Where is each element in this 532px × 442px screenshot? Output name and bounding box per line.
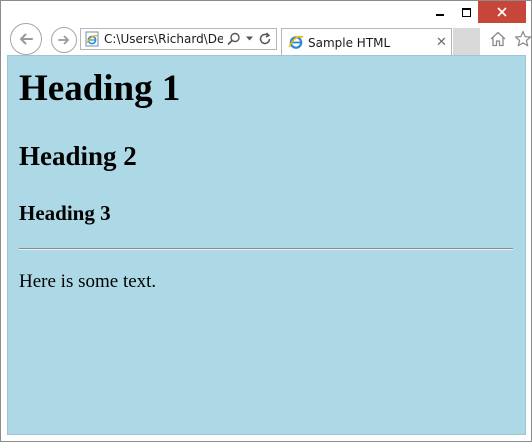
tab-sample-html[interactable]: Sample HTML ✕ (281, 28, 452, 56)
heading-2: Heading 2 (19, 141, 137, 171)
forward-arrow-icon (58, 35, 69, 45)
heading-3: Heading 3 (19, 201, 111, 225)
tab-label: Sample HTML (308, 36, 391, 50)
back-button[interactable] (10, 23, 42, 55)
forward-button[interactable] (51, 27, 77, 53)
browser-window: C:\Users\Richard\Desk Sample HTML ✕ Head… (0, 0, 532, 442)
ie-page-icon (85, 31, 99, 47)
tab-close-icon[interactable]: ✕ (436, 36, 447, 49)
horizontal-rule (19, 248, 513, 250)
chevron-down-icon[interactable] (246, 35, 253, 42)
new-tab-button[interactable] (453, 28, 480, 55)
paragraph-text: Here is some text. (19, 271, 157, 292)
address-bar[interactable]: C:\Users\Richard\Desk (80, 28, 277, 50)
home-icon[interactable] (489, 30, 507, 48)
refresh-icon[interactable] (258, 32, 272, 46)
ie-logo-icon (288, 35, 304, 49)
maximize-icon (461, 7, 471, 17)
address-input[interactable]: C:\Users\Richard\Desk (104, 32, 223, 47)
search-icon[interactable] (227, 32, 241, 46)
close-button[interactable] (478, 1, 526, 23)
minimize-icon (436, 14, 444, 16)
star-icon[interactable] (514, 30, 532, 48)
back-arrow-icon (20, 33, 33, 45)
page-content: Heading 1 Heading 2 Heading 3 Here is so… (7, 55, 526, 435)
heading-1: Heading 1 (19, 68, 181, 109)
close-icon (497, 7, 507, 17)
